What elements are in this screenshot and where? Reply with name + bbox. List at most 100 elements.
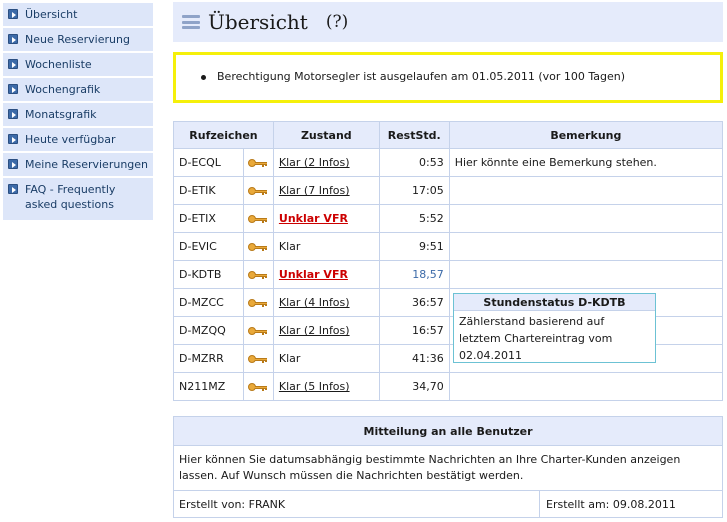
callsign-cell: D-MZRR [173,344,244,373]
key-button[interactable] [242,316,274,345]
status-link[interactable]: Klar (5 Infos) [279,380,350,393]
sidebar-item-faq[interactable]: FAQ - Frequently asked questions [3,178,153,220]
remark-cell [448,232,724,261]
status-text: Klar [278,352,301,365]
tooltip-body: Zählerstand basierend auf letztem Charte… [454,311,655,366]
callsign-cell: D-ECQL [173,148,244,177]
key-icon[interactable] [248,214,268,224]
arrow-bullet-icon [8,184,18,194]
callsign-cell: D-ETIX [173,204,244,233]
remark-cell [448,176,724,205]
key-button[interactable] [242,344,274,373]
tooltip-title: Stundenstatus D-KDTB [454,294,655,311]
status-cell: Klar [272,232,380,261]
status-cell: Unklar VFR [272,260,380,289]
table-row: D-EVIC Klar 9:51 [173,232,724,261]
sidebar-item-uebersicht[interactable]: Übersicht [3,3,153,26]
hours-cell: 16:57 [378,316,450,345]
sidebar-item-heute-verfuegbar[interactable]: Heute verfügbar [3,128,153,151]
hours-cell: 34,70 [378,372,450,401]
key-button[interactable] [242,204,274,233]
arrow-bullet-icon [8,34,18,44]
hours-cell: 9:51 [378,232,450,261]
status-link[interactable]: Klar (2 Infos) [279,156,350,169]
table-row: D-ECQL Klar (2 Infos) 0:53 Hier könnte e… [173,148,724,177]
key-button[interactable] [242,260,274,289]
key-icon[interactable] [248,326,268,336]
message-title: Mitteilung an alle Benutzer [174,417,722,446]
sidebar-item-label: Wochenliste [25,58,92,71]
arrow-bullet-icon [8,59,18,69]
callsign-cell: D-ETIK [173,176,244,205]
status-cell: Klar (7 Infos) [272,176,380,205]
arrow-bullet-icon [8,84,18,94]
status-link-unklar[interactable]: Unklar VFR [279,268,348,281]
key-icon[interactable] [248,270,268,280]
remark-cell [448,372,724,401]
table-header-row: Rufzeichen Zustand RestStd. Bemerkung [173,121,724,149]
key-button[interactable] [242,148,274,177]
sidebar-item-wochenliste[interactable]: Wochenliste [3,53,153,76]
key-button[interactable] [242,372,274,401]
hours-status-tooltip: Stundenstatus D-KDTB Zählerstand basiere… [453,293,656,363]
status-cell: Klar (4 Infos) [272,288,380,317]
message-box: Mitteilung an alle Benutzer Hier können … [173,416,723,518]
arrow-bullet-icon [8,109,18,119]
callsign-cell: D-EVIC [173,232,244,261]
callsign-cell: D-KDTB [173,260,244,289]
callsign-cell: D-MZCC [173,288,244,317]
hours-cell-hover[interactable]: 18,57 [378,260,450,289]
hours-cell: 36:57 [378,288,450,317]
status-cell: Klar [272,344,380,373]
hours-cell: 0:53 [378,148,450,177]
key-button[interactable] [242,176,274,205]
hours-cell: 41:36 [378,344,450,373]
header-callsign: Rufzeichen [173,121,274,149]
menu-icon [182,15,200,29]
table-row: N211MZ Klar (5 Infos) 34,70 [173,372,724,401]
header-remark: Bemerkung [448,121,724,149]
sidebar-item-label: Heute verfügbar [25,133,116,146]
status-text: Klar [278,240,301,253]
status-link[interactable]: Klar (2 Infos) [279,324,350,337]
tooltip-line: letztem Chartereintrag vom [459,332,613,345]
message-line: Hier können Sie datumsabhängig bestimmte… [179,453,681,466]
message-footer: Erstellt von: FRANK Erstellt am: 09.08.2… [174,491,722,518]
sidebar: Übersicht Neue Reservierung Wochenliste … [3,3,153,222]
sidebar-item-label-line1: FAQ - Frequently [25,183,116,196]
sidebar-item-wochengrafik[interactable]: Wochengrafik [3,78,153,101]
hours-cell: 17:05 [378,176,450,205]
status-link-unklar[interactable]: Unklar VFR [279,212,348,225]
help-link[interactable]: (?) [326,12,348,32]
status-link[interactable]: Klar (7 Infos) [279,184,350,197]
bullet-icon [201,75,206,80]
sidebar-item-neue-reservierung[interactable]: Neue Reservierung [3,28,153,51]
key-icon[interactable] [248,158,268,168]
sidebar-item-meine-reservierungen[interactable]: Meine Reservierungen [3,153,153,176]
sidebar-item-label-line2: asked questions [25,198,114,211]
sidebar-item-label: Neue Reservierung [25,33,130,46]
arrow-bullet-icon [8,134,18,144]
remark-cell: Hier könnte eine Bemerkung stehen. [448,148,724,177]
table-row: D-KDTB Unklar VFR 18,57 [173,260,724,289]
table-row: D-ETIX Unklar VFR 5:52 [173,204,724,233]
sidebar-item-monatsgrafik[interactable]: Monatsgrafik [3,103,153,126]
arrow-bullet-icon [8,159,18,169]
key-icon[interactable] [248,298,268,308]
key-icon[interactable] [248,186,268,196]
header-hours: RestStd. [378,121,450,149]
key-icon[interactable] [248,354,268,364]
sidebar-item-label: Übersicht [25,8,78,21]
status-cell: Klar (5 Infos) [272,372,380,401]
key-button[interactable] [242,232,274,261]
key-icon[interactable] [248,382,268,392]
key-button[interactable] [242,288,274,317]
key-icon[interactable] [248,242,268,252]
header-status: Zustand [272,121,380,149]
page-title: Übersicht [208,10,308,34]
status-cell: Unklar VFR [272,204,380,233]
created-on: Erstellt am: 09.08.2011 [546,498,676,511]
notice-box: Berechtigung Motorsegler ist ausgelaufen… [173,52,723,103]
message-body: Hier können Sie datumsabhängig bestimmte… [174,446,722,491]
status-link[interactable]: Klar (4 Infos) [279,296,350,309]
